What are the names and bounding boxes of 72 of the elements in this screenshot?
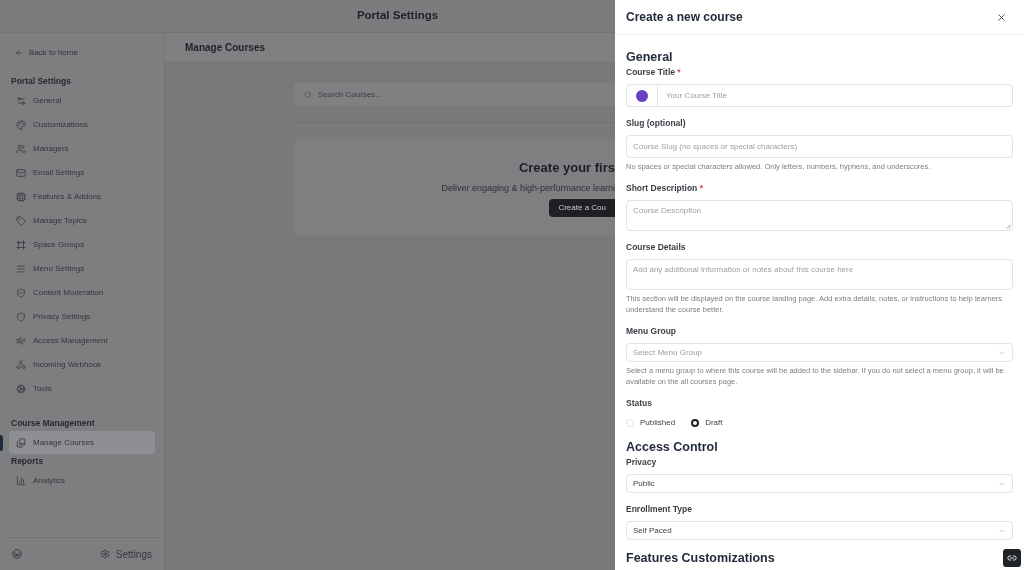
- wordpress-logo-icon[interactable]: [12, 549, 22, 559]
- menu-icon: [16, 263, 26, 274]
- sidebar-item[interactable]: Manage Courses: [9, 431, 155, 454]
- input-field[interactable]: Course Slug (no spaces or special characters): [626, 135, 1013, 158]
- books-icon: [16, 437, 26, 448]
- back-arrow-icon: [15, 49, 23, 57]
- mail-icon: [16, 167, 26, 178]
- required-asterisk: *: [677, 67, 681, 77]
- search-icon: [304, 90, 312, 99]
- palette-icon: [16, 119, 26, 130]
- sidebar-item[interactable]: Content Moderation: [9, 281, 155, 304]
- floating-link-button[interactable]: [1003, 549, 1021, 567]
- section-heading: Course Management: [10, 417, 96, 430]
- empty-state-text: Deliver engaging & high-performance learni: [441, 181, 615, 195]
- field-label: Privacy: [626, 456, 658, 468]
- select-field[interactable]: Public: [626, 474, 1013, 493]
- active-indicator: [0, 435, 3, 451]
- sidebar-item[interactable]: Menu Settings: [9, 257, 155, 280]
- page-title: Manage Courses: [185, 41, 266, 55]
- select-field[interactable]: Self Paced: [626, 521, 1013, 540]
- section-title: General: [626, 49, 673, 65]
- stripes-icon: [16, 335, 26, 346]
- empty-state-title: Create your firs: [518, 159, 615, 177]
- close-icon: [995, 11, 1007, 23]
- chip-icon: [16, 191, 26, 202]
- sidebar-item[interactable]: Customizations: [9, 113, 155, 136]
- settings-icon: [99, 549, 110, 559]
- bar-chart-icon: [16, 475, 26, 486]
- section-heading: Reports: [10, 455, 45, 468]
- shield-check-icon: [16, 287, 26, 298]
- field-label: Status: [626, 397, 653, 409]
- settings-button[interactable]: Settings: [99, 546, 152, 562]
- textarea-field[interactable]: Add any additional information or notes about this course here: [626, 259, 1013, 290]
- field-label: Course Title *: [626, 66, 682, 78]
- title-input-field[interactable]: Your Course Title: [626, 84, 1013, 107]
- sidebar-item[interactable]: Manage Topics: [9, 209, 155, 232]
- color-swatch[interactable]: [636, 89, 648, 102]
- link-icon: [1007, 553, 1017, 563]
- create-course-button[interactable]: Create a Cou: [549, 199, 615, 217]
- sidebar-item[interactable]: Features & Addons: [9, 185, 155, 208]
- resize-handle-icon[interactable]: [1006, 224, 1011, 229]
- close-button[interactable]: [995, 11, 1007, 23]
- cog-icon: [16, 383, 26, 394]
- sidebar-item[interactable]: Incoming Webhook: [9, 353, 155, 376]
- section-title: Features Customizations: [626, 550, 775, 566]
- field-label: Slug (optional): [626, 117, 687, 129]
- sliders-icon: [16, 95, 26, 106]
- sidebar-item[interactable]: Analytics: [9, 469, 155, 492]
- sidebar-item[interactable]: General: [9, 89, 155, 112]
- portal-title: Portal Settings: [356, 8, 439, 24]
- select-field[interactable]: Select Menu Group: [626, 343, 1013, 362]
- radio-option[interactable]: Published: [626, 417, 676, 429]
- required-asterisk: *: [699, 183, 703, 193]
- section-title: Access Control: [626, 439, 718, 455]
- sidebar-item[interactable]: Privacy Settings: [9, 305, 155, 328]
- sidebar-item[interactable]: Managers: [9, 137, 155, 160]
- section-heading: Portal Settings: [10, 75, 72, 88]
- radio-option[interactable]: Draft: [691, 417, 723, 429]
- shield-icon: [16, 311, 26, 322]
- tag-icon: [16, 215, 26, 226]
- webhook-icon: [16, 359, 26, 370]
- radio-button[interactable]: [691, 419, 700, 427]
- users-icon: [16, 143, 26, 154]
- field-label: Course Details: [626, 241, 687, 253]
- sidebar-item[interactable]: Email Settings: [9, 161, 155, 184]
- field-label: Menu Group: [626, 325, 678, 337]
- field-label: Enrollment Type: [626, 503, 693, 515]
- drawer-title: Create a new course: [626, 9, 743, 26]
- field-label: Short Description *: [626, 182, 704, 194]
- sidebar-item[interactable]: Tools: [9, 377, 155, 400]
- sidebar-item[interactable]: Access Management: [9, 329, 155, 352]
- textarea-field[interactable]: Course Description: [626, 200, 1013, 231]
